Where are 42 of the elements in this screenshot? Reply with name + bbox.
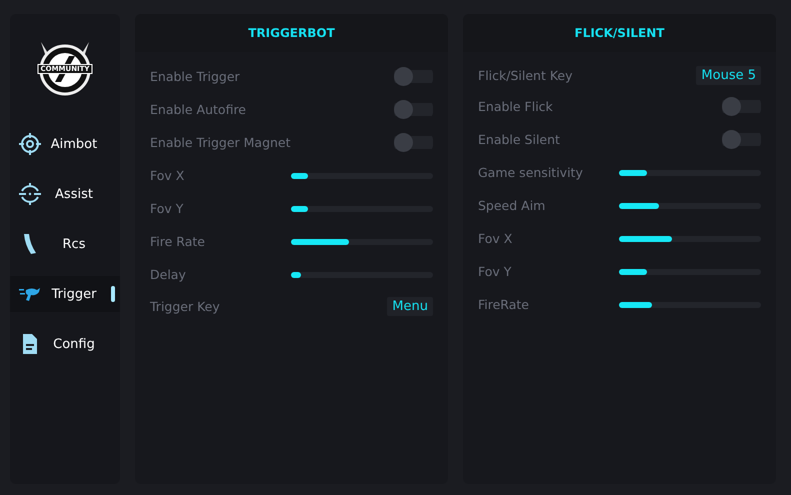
crosshair-icon <box>18 182 42 206</box>
setting-label: Trigger Key <box>150 298 220 314</box>
crosshair-icon <box>18 132 42 156</box>
setting-label: Flick/Silent Key <box>478 68 572 82</box>
slider-track[interactable] <box>291 206 433 212</box>
key-bind-button[interactable]: Menu <box>387 296 433 316</box>
sidebar-item[interactable]: Assist <box>10 176 120 212</box>
setting-label: FireRate <box>478 297 529 312</box>
sidebar-item[interactable]: Config <box>10 326 120 362</box>
setting-label: Fov Y <box>150 201 184 216</box>
setting-label: Fov Y <box>478 264 512 279</box>
toggle-switch[interactable] <box>722 130 761 149</box>
setting-label: Enable Trigger <box>150 69 240 84</box>
selection-indicator <box>111 286 115 302</box>
setting-label: Enable Trigger Magnet <box>150 135 291 150</box>
slider-track[interactable] <box>619 302 761 308</box>
setting-label: Delay <box>150 267 186 282</box>
slider-track[interactable] <box>291 238 433 244</box>
panel-title: FLICK/SILENT <box>574 26 664 40</box>
toggle-switch[interactable] <box>394 133 433 152</box>
panel-title: TRIGGERBOT <box>248 26 335 40</box>
slider-track[interactable] <box>619 236 761 242</box>
toggle-switch[interactable] <box>394 67 433 86</box>
sidebar-item[interactable]: Aimbot <box>10 126 120 162</box>
slider-track[interactable] <box>619 202 761 208</box>
slider-track[interactable] <box>291 172 433 178</box>
setting-label: Speed Aim <box>478 198 546 213</box>
sidebar-item[interactable]: Rcs <box>10 226 120 262</box>
slider-track[interactable] <box>619 268 761 274</box>
slider-track[interactable] <box>619 170 761 176</box>
setting-label: Enable Flick <box>478 99 553 114</box>
toggle-switch[interactable] <box>722 97 761 116</box>
setting-label: Fire Rate <box>150 234 205 249</box>
sidebar-item[interactable]: Trigger <box>10 276 120 312</box>
key-bind-button[interactable]: Mouse 5 <box>696 66 761 84</box>
toggle-switch[interactable] <box>394 100 433 119</box>
slider-track[interactable] <box>291 272 433 278</box>
setting-label: Enable Silent <box>478 132 560 147</box>
setting-label: Enable Autofire <box>150 102 246 117</box>
setting-label: Game sensitivity <box>478 165 583 180</box>
setting-label: Fov X <box>478 231 512 246</box>
setting-label: Fov X <box>150 168 184 183</box>
